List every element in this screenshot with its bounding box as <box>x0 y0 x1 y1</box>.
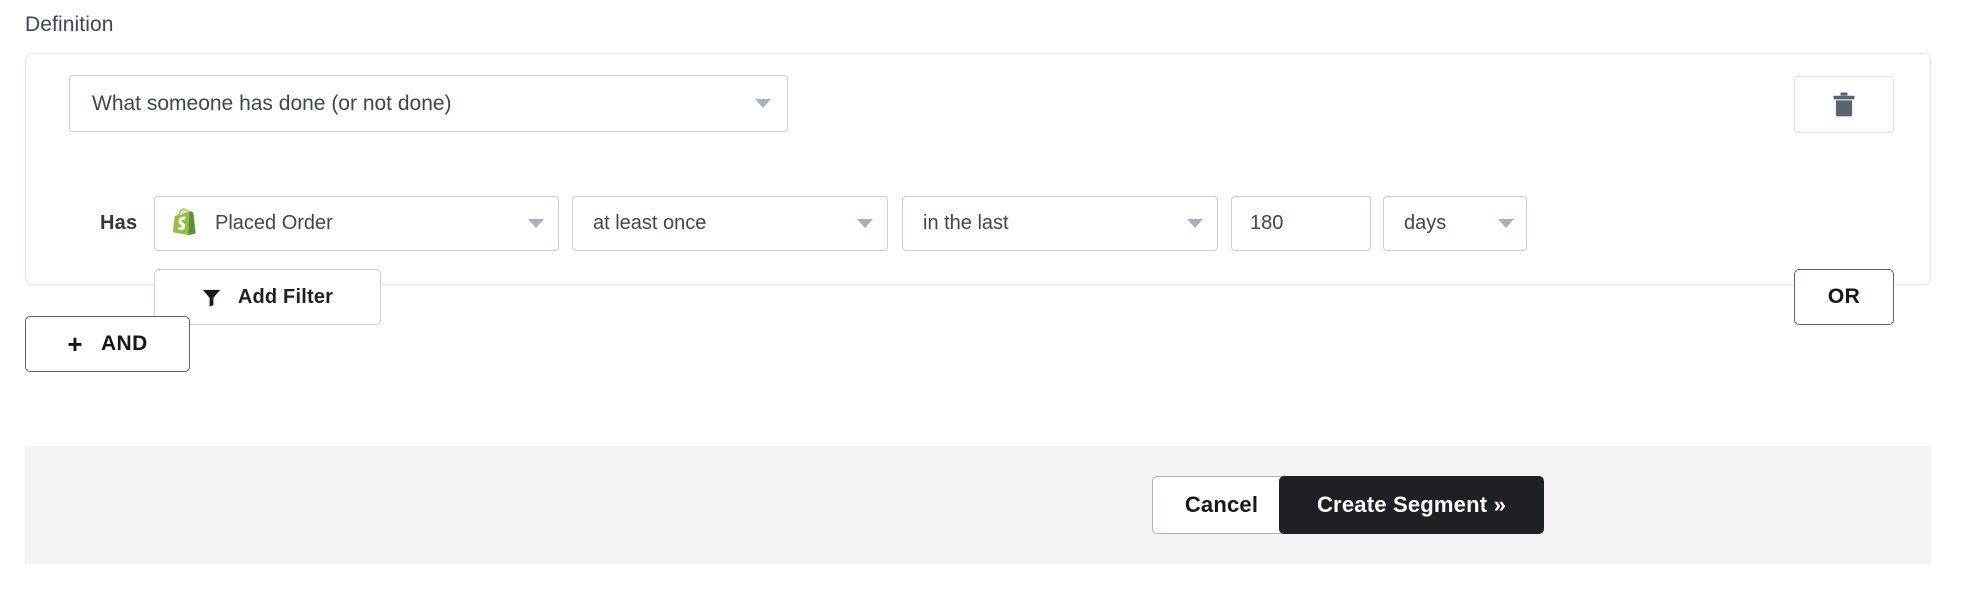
cancel-button-label: Cancel <box>1184 492 1259 517</box>
filter-funnel-icon <box>202 289 220 307</box>
timeframe-unit-select-value: days <box>1404 212 1447 234</box>
create-segment-button-label: Create Segment » <box>1316 492 1507 517</box>
or-button[interactable]: OR <box>1794 269 1894 325</box>
timeframe-value-input[interactable]: 180 <box>1231 196 1371 251</box>
plus-icon: + <box>67 329 83 359</box>
timeframe-select-value: in the last <box>923 212 1009 234</box>
condition-type-select-value: What someone has done (or not done) <box>92 91 452 115</box>
operator-select-value: at least once <box>593 212 707 234</box>
trash-icon <box>1833 92 1855 117</box>
timeframe-value-input-value: 180 <box>1250 212 1284 234</box>
chevron-down-icon <box>1498 219 1514 228</box>
condition-group-panel: What someone has done (or not done) Has … <box>25 53 1931 325</box>
create-segment-button[interactable]: Create Segment » <box>1279 476 1544 534</box>
metric-select-value: Placed Order <box>215 212 333 234</box>
add-and-condition-button-label: AND <box>100 332 148 355</box>
metric-select[interactable]: Placed Order <box>154 196 559 251</box>
chevron-down-icon <box>857 219 873 228</box>
or-button-label: OR <box>1827 285 1861 308</box>
add-filter-button-label: Add Filter <box>237 285 334 308</box>
timeframe-unit-select[interactable]: days <box>1383 196 1527 251</box>
timeframe-select[interactable]: in the last <box>902 196 1218 251</box>
page-title: Definition <box>25 13 114 36</box>
add-and-condition-button[interactable]: + AND <box>25 316 190 372</box>
footer-action-bar: Cancel Create Segment » <box>25 446 1931 564</box>
shopify-icon <box>172 207 196 235</box>
chevron-down-icon <box>1187 219 1203 228</box>
filter-prefix-label: Has <box>100 212 138 234</box>
cancel-button[interactable]: Cancel <box>1152 476 1291 534</box>
condition-type-select[interactable]: What someone has done (or not done) <box>69 75 788 132</box>
chevron-down-icon <box>755 99 771 108</box>
chevron-down-icon <box>528 219 544 228</box>
operator-select[interactable]: at least once <box>572 196 888 251</box>
delete-condition-button[interactable] <box>1794 76 1894 133</box>
